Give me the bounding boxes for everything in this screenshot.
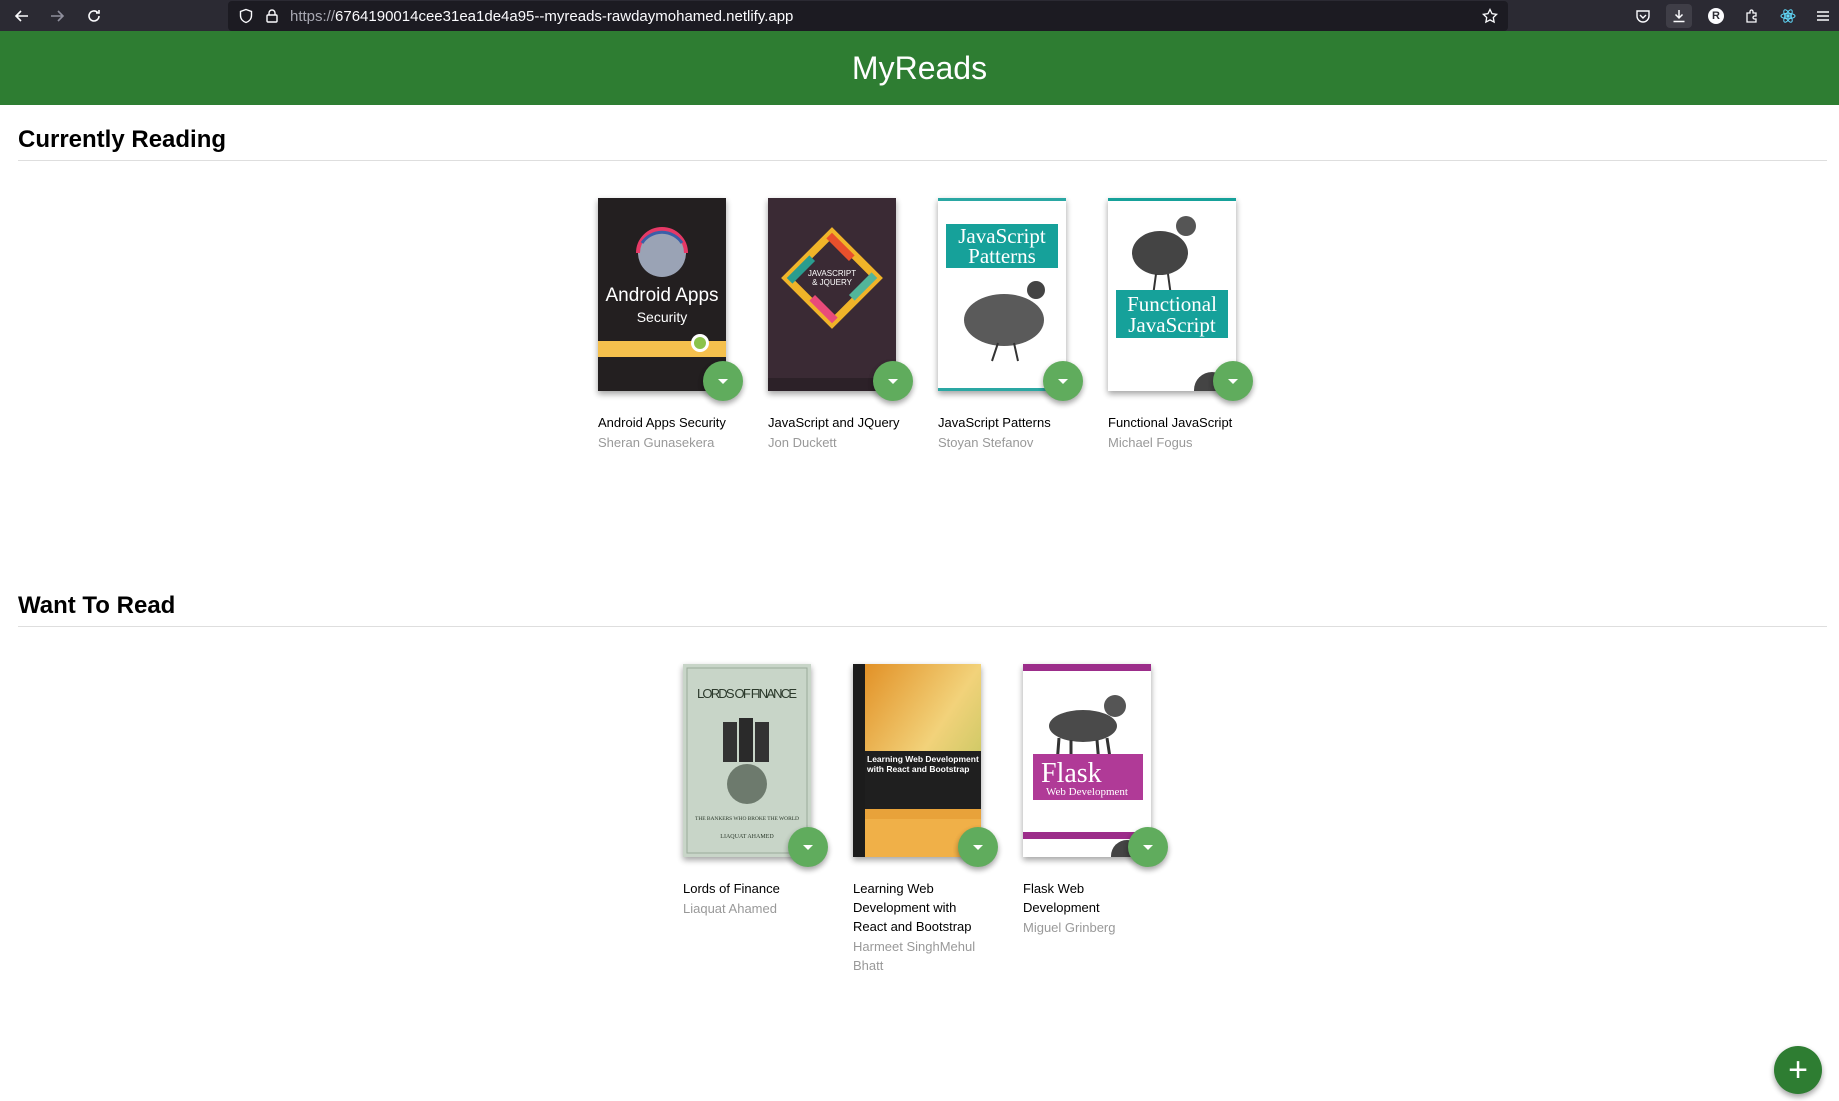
url-scheme: https:// bbox=[290, 8, 336, 25]
shelf-books-want-to-read: LORDS OF FINANCE THE BANKERS WHO BROKE T… bbox=[18, 664, 1827, 973]
shelf-books-currently-reading: Android Apps Security Android Apps Secur… bbox=[18, 198, 1827, 450]
book-authors: Harmeet SinghMehul Bhatt bbox=[853, 939, 976, 973]
shield-icon[interactable] bbox=[238, 8, 254, 24]
book-title-text: Android Apps Security bbox=[598, 415, 726, 430]
book-authors: Jon Duckett bbox=[768, 435, 837, 450]
browser-toolbar: https://6764190014cee31ea1de4a95--myread… bbox=[0, 0, 1839, 31]
book-cover[interactable]: JavaScript Patterns bbox=[938, 198, 1066, 391]
cover-art: Flask Web Development bbox=[1023, 664, 1151, 857]
cover-title-line1: JAVASCRIPT bbox=[808, 269, 856, 278]
caret-down-icon bbox=[1228, 378, 1238, 384]
book-title-text: JavaScript Patterns bbox=[938, 415, 1051, 430]
book-title-text: Learning Web Development with React and … bbox=[853, 881, 972, 934]
react-icon bbox=[1780, 9, 1796, 23]
cover-title-line1: Flask bbox=[1041, 758, 1102, 789]
app-header: MyReads bbox=[0, 31, 1839, 105]
menu-button[interactable] bbox=[1810, 4, 1836, 28]
back-button[interactable] bbox=[10, 4, 34, 28]
forward-button[interactable] bbox=[45, 4, 69, 28]
pocket-button[interactable] bbox=[1630, 4, 1656, 28]
caret-down-icon bbox=[803, 844, 813, 850]
book-cover[interactable]: Learning Web Development with React and … bbox=[853, 664, 981, 857]
download-icon bbox=[1673, 10, 1685, 23]
caret-down-icon bbox=[888, 378, 898, 384]
book-authors: Stoyan Stefanov bbox=[938, 435, 1034, 450]
caret-down-icon bbox=[1143, 844, 1153, 850]
shelf-title: Currently Reading bbox=[18, 126, 1827, 161]
puzzle-icon bbox=[1746, 9, 1757, 23]
shelf-changer-button[interactable] bbox=[873, 361, 913, 401]
url-host: 6764190014cee31ea1de4a95--myreads-rawday… bbox=[335, 8, 794, 25]
avatar: R bbox=[1708, 8, 1724, 24]
book-title-text: Lords of Finance bbox=[683, 881, 780, 896]
book-title: Learning Web Development with React and … bbox=[853, 879, 993, 975]
shelf-changer-button[interactable] bbox=[1213, 361, 1253, 401]
cover-art: LORDS OF FINANCE THE BANKERS WHO BROKE T… bbox=[683, 664, 811, 857]
book-title-text: Functional JavaScript bbox=[1108, 415, 1233, 430]
hamburger-menu-icon bbox=[1817, 11, 1829, 21]
caret-down-icon bbox=[973, 844, 983, 850]
cover-title-line1: Android Apps bbox=[605, 285, 718, 306]
book-title: Android Apps Security Sheran Gunasekera bbox=[598, 413, 738, 452]
lock-icon[interactable] bbox=[264, 8, 280, 24]
shelf-changer-button[interactable] bbox=[1043, 361, 1083, 401]
book-authors: Sheran Gunasekera bbox=[598, 435, 715, 450]
account-button[interactable]: R bbox=[1703, 4, 1729, 28]
shelf-want-to-read: Want To Read bbox=[18, 592, 1827, 627]
caret-down-icon bbox=[1058, 378, 1068, 384]
add-book-button[interactable]: + bbox=[1774, 1046, 1822, 1094]
react-devtools-button[interactable] bbox=[1775, 4, 1801, 28]
cover-title-line2: Patterns bbox=[968, 244, 1036, 268]
cover-art: Android Apps Security bbox=[598, 198, 726, 391]
cover-title-line2: THE BANKERS WHO BROKE THE WORLD bbox=[695, 816, 799, 822]
cover-art: JAVASCRIPT & JQUERY bbox=[768, 198, 896, 391]
cover-title-line1: Learning Web Development with React and … bbox=[867, 754, 979, 774]
cover-title-line2: & JQUERY bbox=[812, 278, 853, 287]
arrow-left-icon bbox=[14, 10, 28, 22]
pocket-icon bbox=[1636, 10, 1650, 23]
bookmark-star-icon[interactable] bbox=[1482, 8, 1498, 24]
app-title: MyReads bbox=[851, 49, 988, 86]
cover-art: Functional JavaScript bbox=[1108, 198, 1236, 391]
cover-title-line2: Security bbox=[637, 309, 688, 325]
shelf-changer-button[interactable] bbox=[958, 827, 998, 867]
book-authors: Liaquat Ahamed bbox=[683, 901, 777, 916]
shelf-changer-button[interactable] bbox=[1128, 827, 1168, 867]
book-title: JavaScript Patterns Stoyan Stefanov bbox=[938, 413, 1078, 452]
book-title: Flask Web Development Miguel Grinberg bbox=[1023, 879, 1163, 937]
book-cover[interactable]: LORDS OF FINANCE THE BANKERS WHO BROKE T… bbox=[683, 664, 811, 857]
book-title: Lords of Finance Liaquat Ahamed bbox=[683, 879, 823, 918]
url-bar[interactable]: https://6764190014cee31ea1de4a95--myread… bbox=[228, 1, 1508, 31]
cover-title-line3: LIAQUAT AHAMED bbox=[720, 834, 774, 840]
reload-button[interactable] bbox=[82, 4, 106, 28]
book-title: Functional JavaScript Michael Fogus bbox=[1108, 413, 1248, 452]
downloads-button[interactable] bbox=[1666, 4, 1692, 28]
book-authors: Miguel Grinberg bbox=[1023, 920, 1116, 935]
book-cover[interactable]: Functional JavaScript bbox=[1108, 198, 1236, 391]
book-cover[interactable]: Flask Web Development bbox=[1023, 664, 1151, 857]
cover-title-line1: LORDS OF FINANCE bbox=[697, 686, 797, 701]
book-cover[interactable]: JAVASCRIPT & JQUERY bbox=[768, 198, 896, 391]
book-title: JavaScript and JQuery Jon Duckett bbox=[768, 413, 908, 452]
cover-title-line2: Web Development bbox=[1046, 786, 1128, 798]
book-title-text: JavaScript and JQuery bbox=[768, 415, 900, 430]
shelf-currently-reading: Currently Reading bbox=[18, 126, 1827, 161]
caret-down-icon bbox=[718, 378, 728, 384]
cover-art: JavaScript Patterns bbox=[938, 198, 1066, 391]
book-cover[interactable]: Android Apps Security bbox=[598, 198, 726, 391]
cover-title-line2: JavaScript bbox=[1128, 313, 1216, 337]
reload-icon bbox=[88, 10, 100, 22]
shelf-changer-button[interactable] bbox=[788, 827, 828, 867]
shelf-changer-button[interactable] bbox=[703, 361, 743, 401]
arrow-right-icon bbox=[51, 10, 65, 22]
extensions-button[interactable] bbox=[1739, 4, 1765, 28]
plus-icon: + bbox=[1788, 1051, 1808, 1089]
shelf-title: Want To Read bbox=[18, 592, 1827, 627]
url-text[interactable]: https://6764190014cee31ea1de4a95--myread… bbox=[290, 8, 793, 25]
book-authors: Michael Fogus bbox=[1108, 435, 1193, 450]
book-title-text: Flask Web Development bbox=[1023, 881, 1100, 915]
cover-art: Learning Web Development with React and … bbox=[853, 664, 981, 857]
